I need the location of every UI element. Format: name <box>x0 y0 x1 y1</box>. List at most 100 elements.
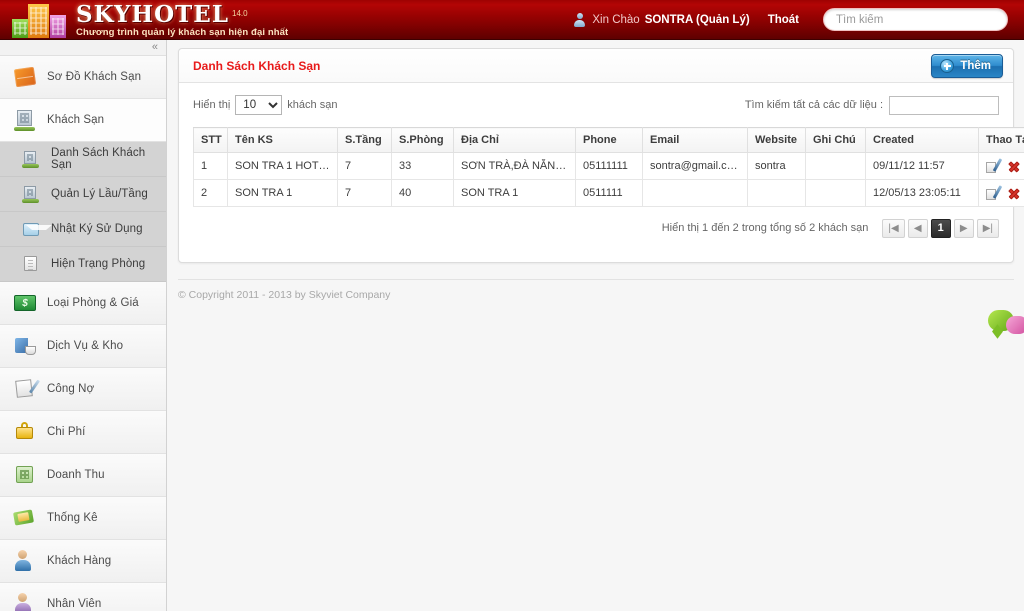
pagination-last-button[interactable]: ▶| <box>976 218 999 238</box>
logo-version: 14.0 <box>232 8 248 18</box>
logo-buildings-icon <box>12 2 72 40</box>
delete-icon[interactable] <box>1008 160 1020 172</box>
sidebar-item-label: Chi Phí <box>47 426 86 438</box>
filter-label: Tìm kiếm tất cả các dữ liệu : <box>744 99 883 111</box>
sidebar-item-quan-ly-lau-tang[interactable]: Quản Lý Lầu/Tầng <box>0 177 166 212</box>
mail-icon <box>22 220 52 238</box>
building-icon <box>14 109 36 131</box>
sidebar-collapse-row[interactable]: « <box>0 40 166 56</box>
cell-website <box>747 179 806 207</box>
sidebar-item-label: Hiện Trạng Phòng <box>51 258 146 270</box>
sidebar-item-label: Doanh Thu <box>47 469 105 481</box>
cell-phone: 0511111 <box>575 179 643 207</box>
sidebar-item-label: Nhật Ký Sử Dụng <box>51 223 143 235</box>
logo-tagline: Chương trình quản lý khách sạn hiện đại … <box>76 27 289 38</box>
cell-s-tang: 7 <box>337 152 392 180</box>
cell-website: sontra <box>747 152 806 180</box>
cell-s-tang: 7 <box>337 179 392 207</box>
building-icon <box>22 185 40 203</box>
pagination-next-button[interactable]: ▶ <box>953 218 974 238</box>
column-header-stt[interactable]: STT <box>193 127 228 153</box>
column-header-phone[interactable]: Phone <box>575 127 643 153</box>
table-row[interactable]: 1 SON TRA 1 HOTEL 7 33 SƠN TRÀ,ĐÀ NẴNG..… <box>193 152 1024 180</box>
sidebar-item-khach-hang[interactable]: Khách Hàng <box>0 540 166 583</box>
staff-icon <box>14 593 36 611</box>
calculator-icon <box>14 464 36 486</box>
chat-bubble-icon[interactable] <box>988 310 1024 336</box>
cell-ten-ks: SON TRA 1 <box>227 179 338 207</box>
sidebar-item-dich-vu-kho[interactable]: Dịch Vụ & Kho <box>0 325 166 368</box>
pagination: Hiển thị 1 đến 2 trong tổng số 2 khách s… <box>193 217 999 239</box>
cell-s-phong: 33 <box>391 152 454 180</box>
sidebar-item-label: Công Nợ <box>47 383 95 395</box>
column-header-thao-tac: Thao Tác <box>978 127 1024 153</box>
cell-actions <box>978 152 1024 180</box>
sidebar-item-label: Khách Hàng <box>47 555 112 567</box>
sidebar-item-khach-san[interactable]: Khách Sạn <box>0 99 166 142</box>
column-header-ghi-chu[interactable]: Ghi Chú <box>805 127 866 153</box>
username-label: SONTRA (Quản Lý) <box>644 13 750 26</box>
column-header-s-phong[interactable]: S.Phòng <box>391 127 454 153</box>
logout-link[interactable]: Thoát <box>768 14 799 26</box>
collapse-icon[interactable]: « <box>152 42 158 53</box>
cell-ghi-chu <box>805 152 866 180</box>
table-header-row: STT Tên KS S.Tầng S.Phòng Địa Chỉ Phone … <box>193 127 1024 153</box>
pagination-buttons: |◀ ◀ 1 ▶ ▶| <box>882 218 999 238</box>
greeting-text: Xin Chào <box>592 13 640 26</box>
cell-dia-chi: SON TRA 1 <box>453 179 576 207</box>
column-header-email[interactable]: Email <box>642 127 748 153</box>
edit-icon[interactable] <box>986 158 1003 173</box>
sidebar-item-label: Nhân Viên <box>47 598 102 610</box>
service-icon <box>14 335 36 357</box>
table-filter: Tìm kiếm tất cả các dữ liệu : <box>744 95 999 115</box>
sidebar-item-doanh-thu[interactable]: Doanh Thu <box>0 454 166 497</box>
panel-header: Danh Sách Khách Sạn Thêm <box>179 49 1013 83</box>
add-hotel-button[interactable]: Thêm <box>931 53 1003 78</box>
sidebar-item-label: Loại Phòng & Giá <box>47 297 139 309</box>
copyright-text: © Copyright 2011 - 2013 by Skyviet Compa… <box>178 289 391 301</box>
column-header-created[interactable]: Created <box>865 127 979 153</box>
sidebar-item-chi-phi[interactable]: Chi Phí <box>0 411 166 454</box>
length-suffix-label: khách sạn <box>287 99 338 111</box>
building-icon <box>22 150 40 168</box>
sidebar-item-hien-trang-phong[interactable]: Hiện Trạng Phòng <box>0 247 166 282</box>
global-search-input[interactable] <box>823 8 1008 31</box>
hotel-list-panel: Danh Sách Khách Sạn Thêm Hiển thị 10 25 … <box>178 48 1024 263</box>
table-controls: Hiển thị 10 25 50 100 khách sạn Tìm kiếm… <box>193 93 999 117</box>
column-header-dia-chi[interactable]: Địa Chỉ <box>453 127 576 153</box>
cell-ghi-chu <box>805 179 866 207</box>
sidebar-item-label: Thống Kê <box>47 512 98 524</box>
table-search-input[interactable] <box>889 95 999 115</box>
column-header-website[interactable]: Website <box>747 127 806 153</box>
pagination-prev-button[interactable]: ◀ <box>907 218 928 238</box>
column-header-ten-ks[interactable]: Tên KS <box>227 127 338 153</box>
length-prefix-label: Hiển thị <box>193 99 231 111</box>
sidebar-item-nhat-ky-su-dung[interactable]: Nhật Ký Sử Dụng <box>0 212 166 247</box>
edit-icon[interactable] <box>986 185 1003 200</box>
app-logo[interactable]: SKYHOTEL 14.0 Chương trình quản lý khách … <box>0 0 288 40</box>
cell-phone: 05111111 <box>575 152 643 180</box>
pagination-first-button[interactable]: |◀ <box>882 218 905 238</box>
header-user-area: Xin Chào SONTRA (Quản Lý) Thoát <box>574 8 1024 31</box>
user-icon <box>574 12 586 27</box>
page-length-select[interactable]: 10 25 50 100 <box>235 95 283 115</box>
sidebar-item-so-do-khach-san[interactable]: Sơ Đồ Khách Sạn <box>0 56 166 99</box>
add-button-label: Thêm <box>960 59 991 72</box>
cell-s-phong: 40 <box>391 179 454 207</box>
column-header-s-tang[interactable]: S.Tầng <box>337 127 392 153</box>
panel-body: Hiển thị 10 25 50 100 khách sạn Tìm kiếm… <box>179 83 1024 239</box>
cell-actions <box>978 179 1024 207</box>
table-row[interactable]: 2 SON TRA 1 7 40 SON TRA 1 0511111 12/05… <box>193 179 1024 207</box>
pagination-page-1[interactable]: 1 <box>930 218 951 238</box>
sidebar: « Sơ Đồ Khách Sạn Khách Sạn Danh Sách Kh… <box>0 40 167 611</box>
stats-icon <box>13 507 36 529</box>
sidebar-item-nhan-vien[interactable]: Nhân Viên <box>0 583 166 611</box>
plus-circle-icon <box>940 58 955 73</box>
sidebar-item-loai-phong-gia[interactable]: Loại Phòng & Giá <box>0 282 166 325</box>
sidebar-item-danh-sach-khach-san[interactable]: Danh Sách Khách Sạn <box>0 142 166 177</box>
sidebar-item-label: Danh Sách Khách Sạn <box>51 147 146 171</box>
sidebar-item-thong-ke[interactable]: Thống Kê <box>0 497 166 540</box>
main-content: Danh Sách Khách Sạn Thêm Hiển thị 10 25 … <box>168 40 1024 611</box>
sidebar-item-cong-no[interactable]: Công Nợ <box>0 368 166 411</box>
delete-icon[interactable] <box>1008 187 1020 199</box>
